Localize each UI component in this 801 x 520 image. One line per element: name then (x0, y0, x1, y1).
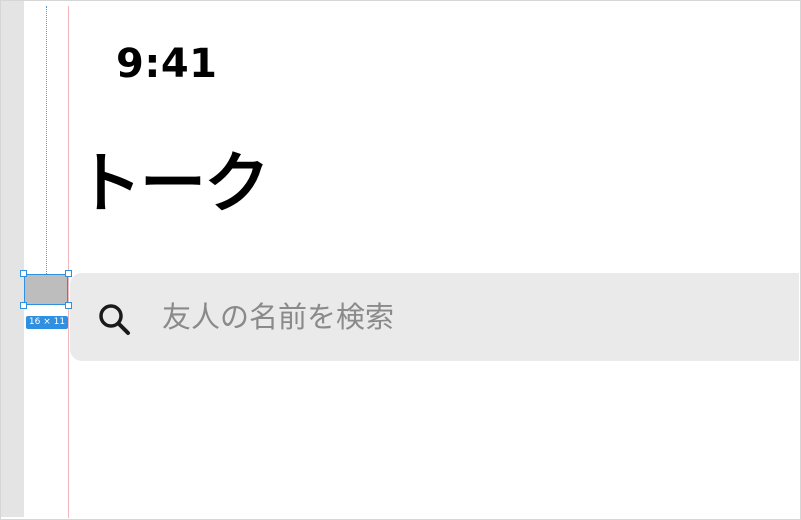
status-bar-time: 9:41 (116, 41, 218, 87)
resize-handle-top-left[interactable] (20, 270, 27, 277)
resize-handle-top-right[interactable] (65, 270, 72, 277)
search-icon (96, 301, 132, 337)
editor-left-gutter (1, 1, 24, 517)
search-input[interactable] (162, 295, 762, 339)
resize-handle-bottom-left[interactable] (20, 302, 27, 309)
dimension-badge: 16 × 11 (26, 316, 68, 329)
page-title: トーク (76, 145, 270, 222)
resize-handle-bottom-right[interactable] (65, 302, 72, 309)
search-bar[interactable] (70, 273, 799, 361)
selected-layer-box[interactable] (24, 274, 68, 305)
layout-grid-guide (68, 6, 69, 518)
measurement-guide (46, 6, 47, 274)
